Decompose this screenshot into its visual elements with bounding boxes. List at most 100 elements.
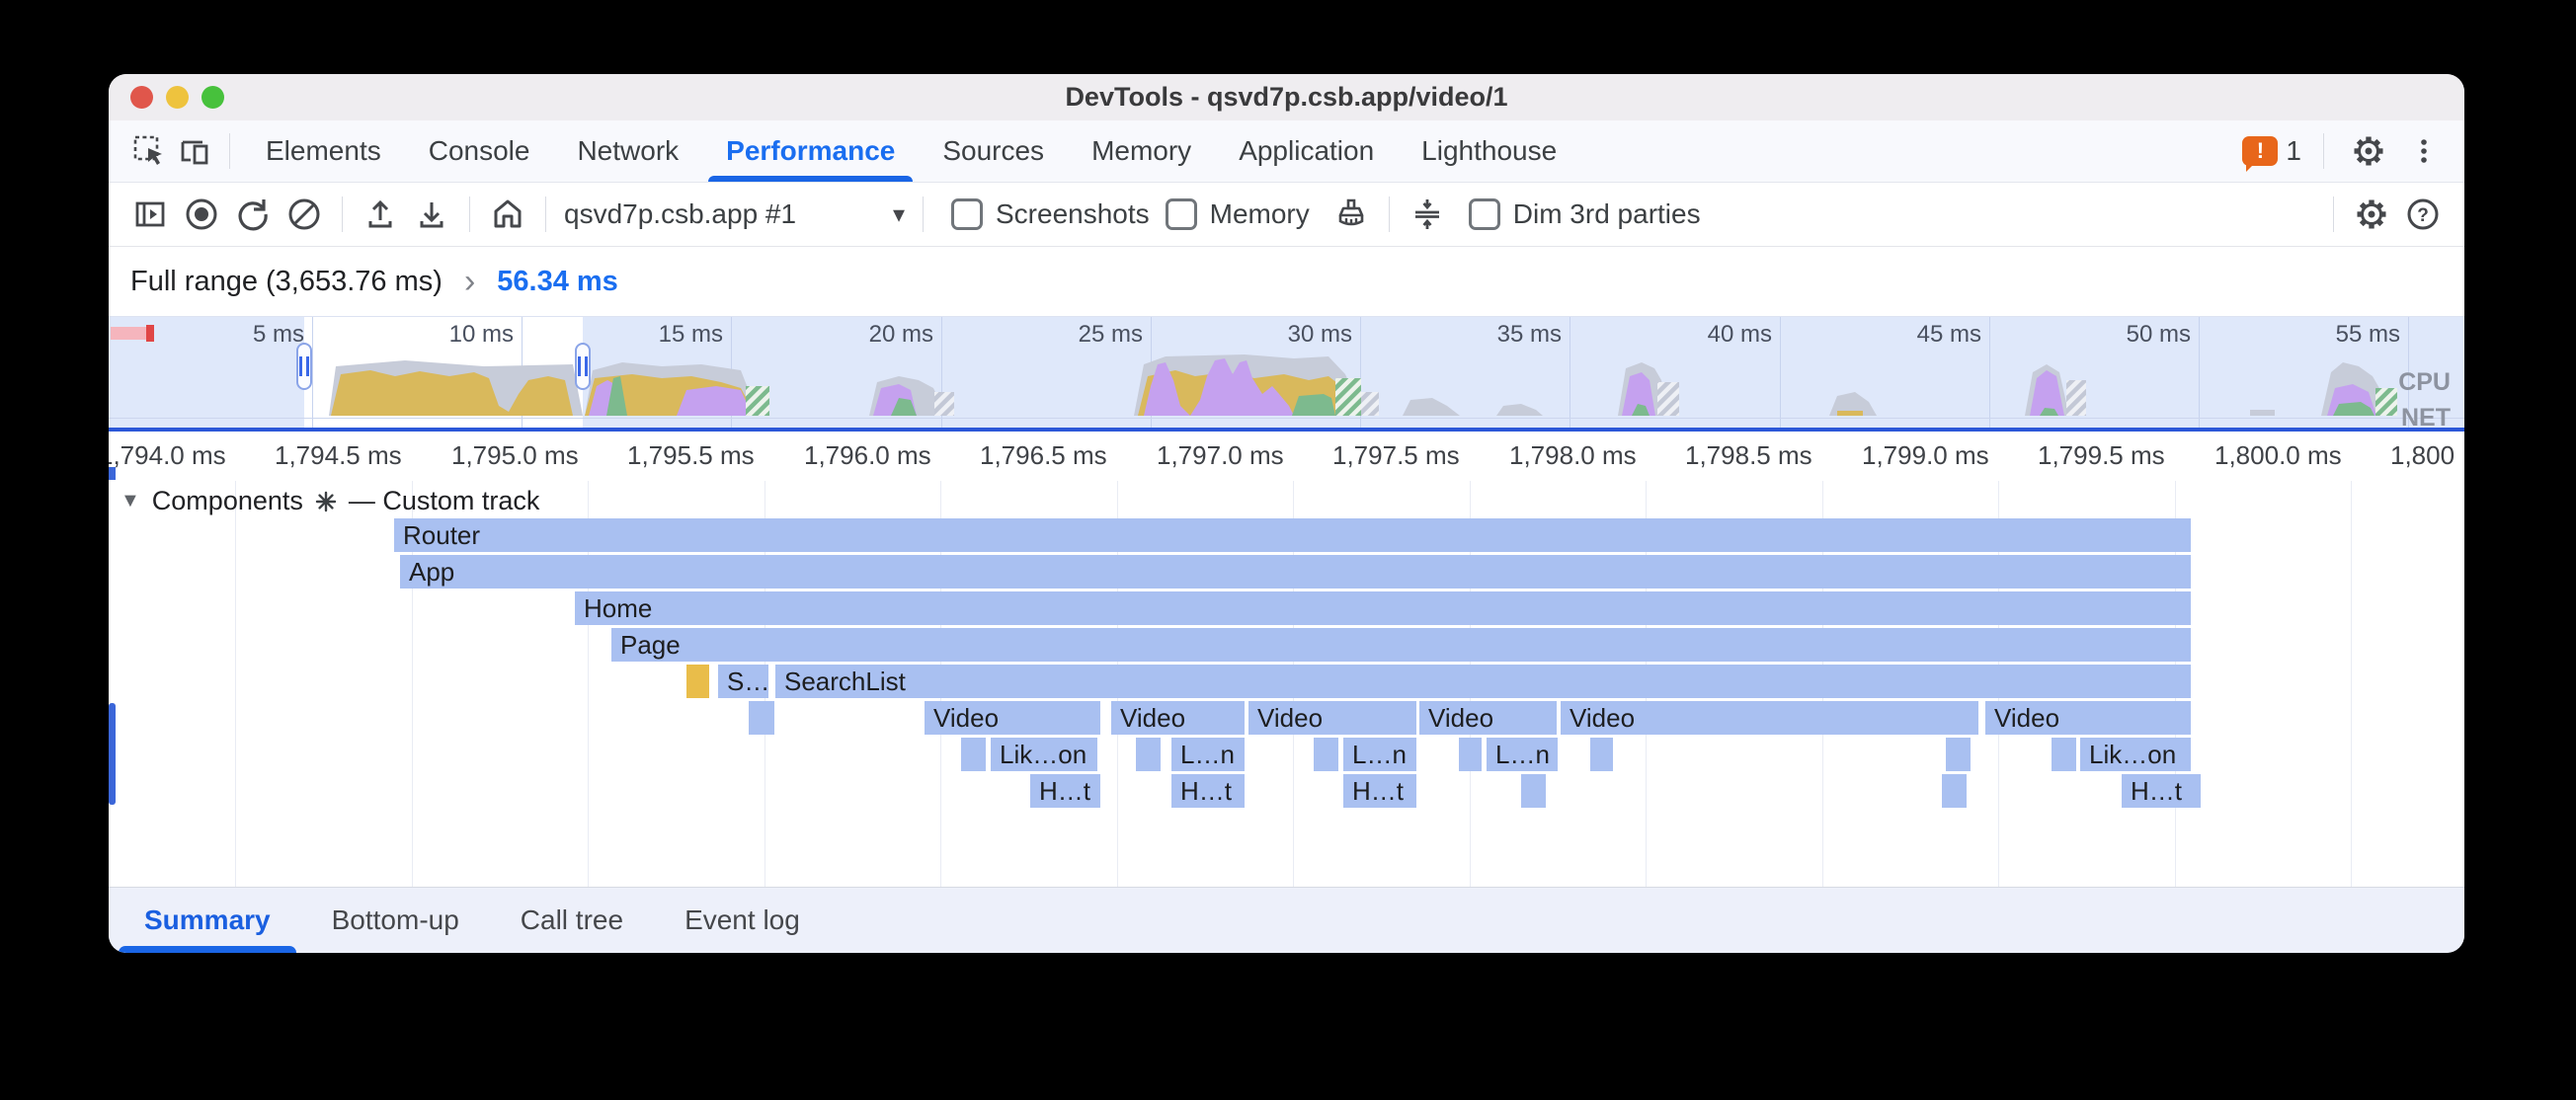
flame-bar[interactable] xyxy=(1590,738,1613,771)
flame-bar-ht[interactable]: H…t xyxy=(1030,774,1100,808)
flame-bar-likon[interactable]: Lik…on xyxy=(2080,738,2191,771)
collapse-triangle-icon[interactable]: ▼ xyxy=(121,490,140,512)
tab-application[interactable]: Application xyxy=(1215,120,1398,182)
help-icon[interactable]: ? xyxy=(2397,189,2449,240)
tab-sources[interactable]: Sources xyxy=(919,120,1068,182)
ruler-tick-label: 1,800.0 ms xyxy=(2214,432,2342,479)
screen-background: DevTools - qsvd7p.csb.app/video/1 Elemen… xyxy=(0,0,2576,1100)
toggle-sidebar-icon[interactable] xyxy=(124,189,176,240)
checkbox-icon xyxy=(951,198,983,230)
tab-console[interactable]: Console xyxy=(405,120,554,182)
flame-bar-video[interactable]: Video xyxy=(1248,701,1416,735)
settings-gear-icon[interactable] xyxy=(2346,128,2391,174)
ruler-tick-label: 1,799.5 ms xyxy=(2038,432,2165,479)
target-selector-dropdown[interactable]: qsvd7p.csb.app #1 ▾ xyxy=(564,198,905,230)
details-tabbar: Summary Bottom-up Call tree Event log xyxy=(109,888,2464,953)
flame-bar[interactable] xyxy=(749,701,774,735)
full-range-crumb[interactable]: Full range (3,653.76 ms) xyxy=(130,266,443,298)
flame-bar-ln[interactable]: L…n xyxy=(1171,738,1245,771)
overview-tick-label: 40 ms xyxy=(1708,321,1780,349)
separator xyxy=(1389,196,1390,232)
dim-3rd-parties-checkbox[interactable]: Dim 3rd parties xyxy=(1469,198,1701,230)
flame-bar-ht[interactable]: H…t xyxy=(1343,774,1416,808)
close-window-button[interactable] xyxy=(130,86,153,109)
issues-counter[interactable]: ! 1 xyxy=(2242,135,2301,167)
devtools-tabbar: ElementsConsoleNetworkPerformanceSources… xyxy=(109,120,2464,183)
tab-performance[interactable]: Performance xyxy=(702,120,919,182)
flame-bar[interactable] xyxy=(1942,774,1967,808)
details-tab-event-log[interactable]: Event log xyxy=(684,888,800,953)
tab-elements[interactable]: Elements xyxy=(242,120,405,182)
tab-memory[interactable]: Memory xyxy=(1068,120,1215,182)
details-tab-call-tree[interactable]: Call tree xyxy=(521,888,623,953)
collapse-tracks-icon[interactable] xyxy=(1402,189,1453,240)
details-tab-summary[interactable]: Summary xyxy=(144,888,271,953)
flame-bar-video[interactable]: Video xyxy=(1985,701,2191,735)
home-icon[interactable] xyxy=(482,189,533,240)
flame-chart-area[interactable]: ▼ Components — Custom track RouterAppHom… xyxy=(109,481,2464,887)
details-tab-bottom-up[interactable]: Bottom-up xyxy=(332,888,459,953)
device-toolbar-icon[interactable] xyxy=(172,128,217,174)
flame-bar-video[interactable]: Video xyxy=(1419,701,1557,735)
selected-range-crumb[interactable]: 56.34 ms xyxy=(497,266,618,298)
minimize-window-button[interactable] xyxy=(166,86,189,109)
overview-tick-label: 55 ms xyxy=(2336,321,2408,349)
custom-track-header[interactable]: ▼ Components — Custom track xyxy=(121,486,539,516)
flame-bar[interactable] xyxy=(961,738,986,771)
tab-lighthouse[interactable]: Lighthouse xyxy=(1398,120,1580,182)
clear-icon[interactable] xyxy=(279,189,330,240)
flame-bar[interactable] xyxy=(1459,738,1482,771)
flame-bar[interactable] xyxy=(1314,738,1338,771)
more-options-icon[interactable] xyxy=(2401,128,2447,174)
flame-bar[interactable] xyxy=(1946,738,1971,771)
toolbar-right-controls: ? xyxy=(2321,189,2449,240)
flame-bar-ht[interactable]: H…t xyxy=(1171,774,1245,808)
capture-settings-gear-icon[interactable] xyxy=(2346,189,2397,240)
flame-bar-ln[interactable]: L…n xyxy=(1343,738,1416,771)
record-icon[interactable] xyxy=(176,189,227,240)
separator xyxy=(545,196,546,232)
zoom-window-button[interactable] xyxy=(201,86,224,109)
flame-bar-ln[interactable]: L…n xyxy=(1487,738,1558,771)
window-titlebar: DevTools - qsvd7p.csb.app/video/1 xyxy=(109,74,2464,121)
garbage-collect-brush-icon[interactable] xyxy=(1326,189,1377,240)
flame-bar-searchlist[interactable]: SearchList xyxy=(775,665,2191,698)
network-request-marker xyxy=(146,325,154,342)
window-right-handle[interactable] xyxy=(575,343,591,390)
flame-bar-st[interactable]: S…t xyxy=(718,665,768,698)
window-title: DevTools - qsvd7p.csb.app/video/1 xyxy=(109,82,2464,113)
screenshots-checkbox[interactable]: Screenshots xyxy=(951,198,1150,230)
traffic-lights xyxy=(130,86,224,109)
network-request-bar xyxy=(111,327,146,340)
flame-bar-router[interactable]: Router xyxy=(394,518,2191,552)
flame-bar-video[interactable]: Video xyxy=(1561,701,1978,735)
timeline-overview[interactable]: 5 ms10 ms15 ms20 ms25 ms30 ms35 ms40 ms4… xyxy=(109,316,2464,432)
ruler-tick-label: 1,796.5 ms xyxy=(980,432,1107,479)
ruler-tick-label: 1,794.0 ms xyxy=(109,432,226,479)
vertical-scrollbar-thumb[interactable] xyxy=(109,703,116,805)
time-ruler: 1,794.0 ms1,794.5 ms1,795.0 ms1,795.5 ms… xyxy=(109,432,2464,482)
flame-bar-home[interactable]: Home xyxy=(575,591,2191,625)
separator xyxy=(2323,133,2324,169)
reload-record-icon[interactable] xyxy=(227,189,279,240)
separator xyxy=(469,196,470,232)
upload-profile-icon[interactable] xyxy=(355,189,406,240)
flame-bar-app[interactable]: App xyxy=(400,555,2191,589)
flame-bar-video[interactable]: Video xyxy=(1111,701,1245,735)
download-profile-icon[interactable] xyxy=(406,189,457,240)
flame-bar[interactable] xyxy=(686,665,709,698)
flame-bar[interactable] xyxy=(1136,738,1161,771)
memory-checkbox[interactable]: Memory xyxy=(1166,198,1310,230)
inspect-element-icon[interactable] xyxy=(126,128,172,174)
flame-bar-video[interactable]: Video xyxy=(925,701,1100,735)
flame-bar[interactable] xyxy=(1521,774,1546,808)
window-left-handle[interactable] xyxy=(296,343,312,390)
flame-bar[interactable] xyxy=(2052,738,2076,771)
flame-bar-likon[interactable]: Lik…on xyxy=(991,738,1097,771)
ruler-tick-label: 1,799.0 ms xyxy=(1862,432,1989,479)
flame-bar-ht[interactable]: H…t xyxy=(2122,774,2201,808)
track-title: Components xyxy=(152,486,303,516)
target-selector-value: qsvd7p.csb.app #1 xyxy=(564,198,796,230)
tab-network[interactable]: Network xyxy=(553,120,702,182)
flame-bar-page[interactable]: Page xyxy=(611,628,2191,662)
